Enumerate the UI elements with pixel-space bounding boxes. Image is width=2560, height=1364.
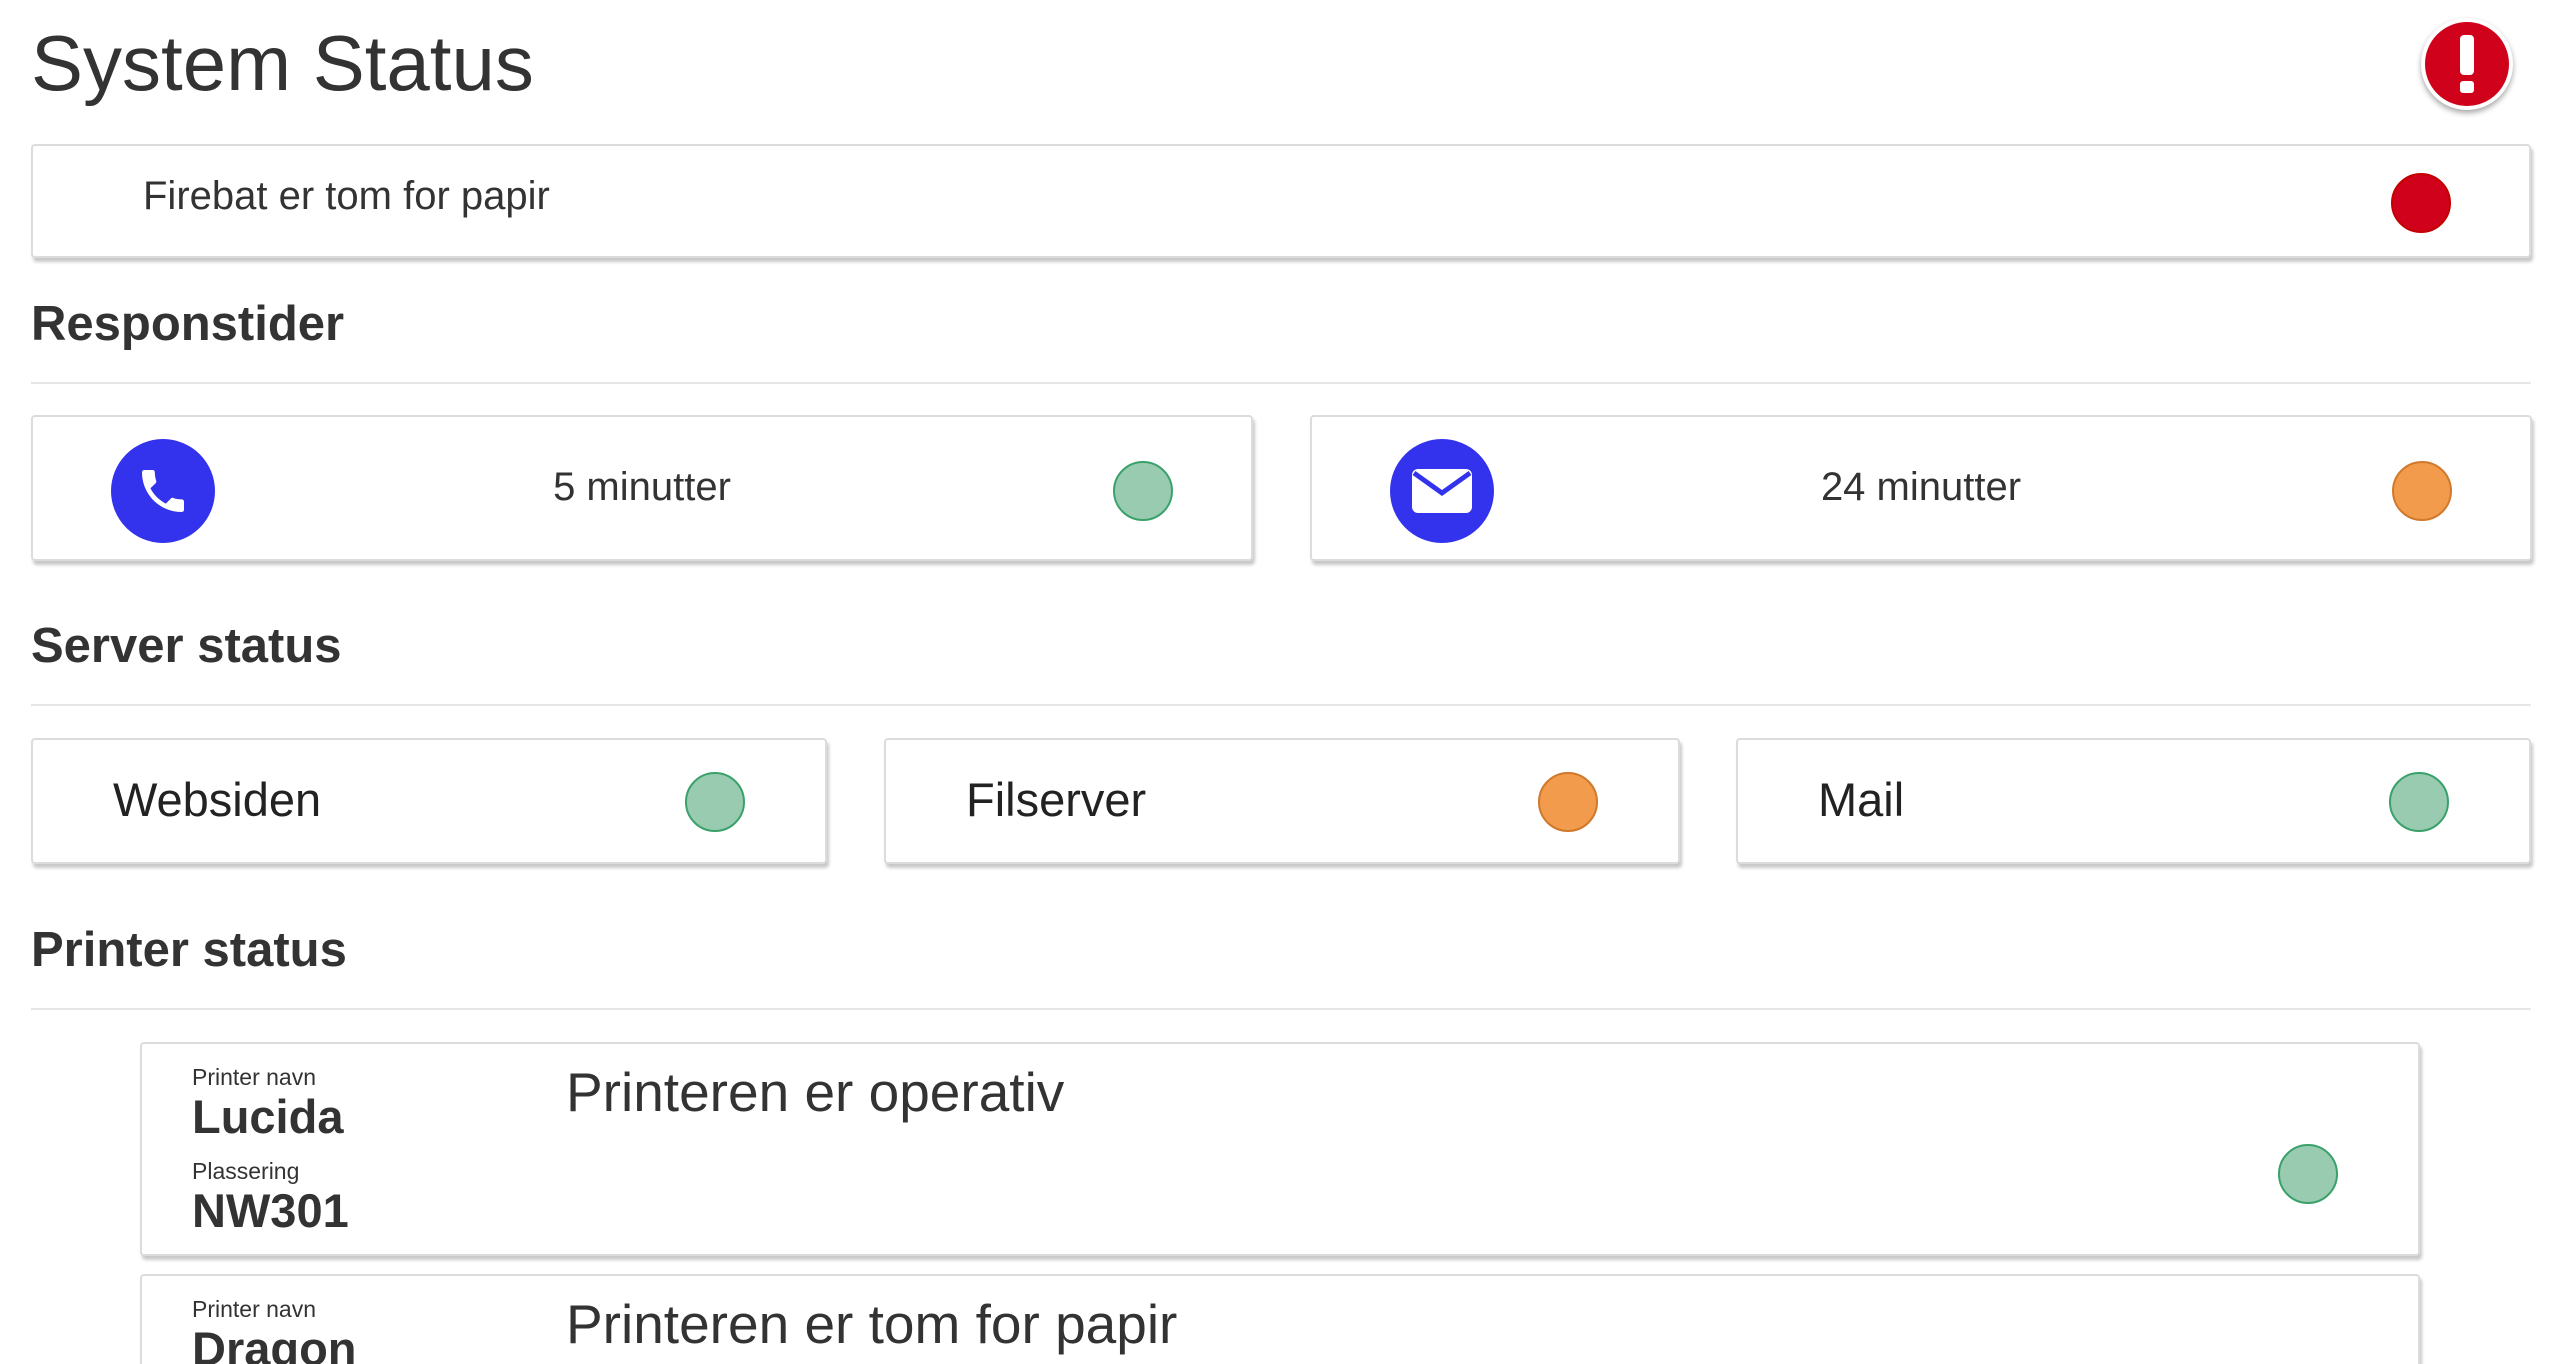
phone-status-indicator (1113, 461, 1173, 521)
phone-response-time: 5 minutter (553, 465, 731, 509)
server-status-indicator (2389, 772, 2449, 832)
printer-card-lucida: Printer navn Lucida Plassering NW301 Pri… (140, 1042, 2420, 1256)
printer-name: Dragon (192, 1322, 357, 1364)
server-name: Mail (1818, 773, 1905, 826)
server-status-indicator (685, 772, 745, 832)
printer-status-text: Printeren er tom for papir (566, 1293, 1178, 1355)
email-response-card: 24 minutter (1310, 415, 2532, 561)
section-divider (31, 704, 2531, 706)
printer-location-label: Plassering (192, 1158, 300, 1184)
printer-name-label: Printer navn (192, 1296, 317, 1322)
section-divider (31, 382, 2531, 384)
phone-icon (111, 439, 215, 543)
alert-message: Firebat er tom for papir (143, 174, 550, 218)
alert-status-indicator (2391, 173, 2451, 233)
section-divider (31, 1008, 2531, 1010)
printer-card-dragon: Printer navn Dragon Printeren er tom for… (140, 1274, 2420, 1364)
printer-name-label: Printer navn (192, 1064, 317, 1090)
server-card-websiden: Websiden (31, 738, 827, 864)
envelope-icon (1390, 439, 1494, 543)
email-response-time: 24 minutter (1820, 465, 2022, 509)
exclamation-icon[interactable] (2421, 18, 2513, 110)
server-card-filserver: Filserver (884, 738, 1680, 864)
server-name: Websiden (113, 773, 322, 826)
printer-status-indicator (2278, 1144, 2338, 1204)
page-title: System Status (31, 19, 534, 107)
phone-response-card: 5 minutter (31, 415, 1253, 561)
server-status-title: Server status (31, 619, 342, 673)
email-status-indicator (2392, 461, 2452, 521)
response-times-title: Responstider (31, 297, 345, 351)
printer-status-title: Printer status (31, 923, 347, 977)
printer-location: NW301 (192, 1184, 349, 1237)
server-card-mail: Mail (1736, 738, 2531, 864)
system-status-page: System Status Firebat er tom for papir R… (0, 0, 2560, 1364)
printer-status-text: Printeren er operativ (566, 1061, 1065, 1123)
server-status-indicator (1538, 772, 1598, 832)
alert-card: Firebat er tom for papir (31, 144, 2531, 258)
printer-name: Lucida (192, 1090, 344, 1143)
server-name: Filserver (966, 773, 1147, 826)
